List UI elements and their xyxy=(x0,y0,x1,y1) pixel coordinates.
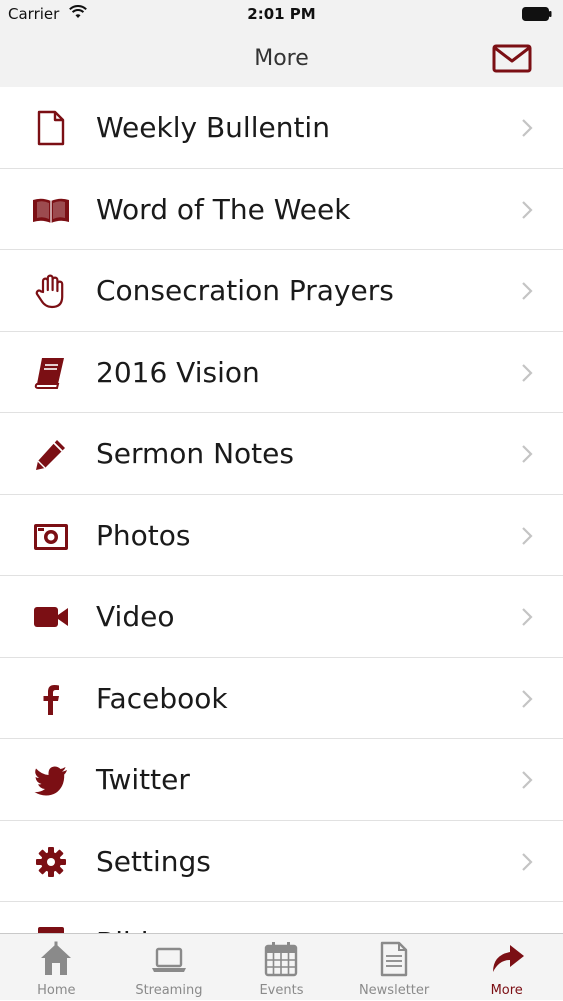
menu-item-label: Word of The Week xyxy=(96,192,351,226)
calendar-icon xyxy=(265,942,298,977)
tab-label: Events xyxy=(259,983,304,998)
tab-newsletter[interactable]: Newsletter xyxy=(338,934,451,1001)
tab-home[interactable]: Home xyxy=(0,934,113,1001)
newsletter-icon xyxy=(380,941,408,977)
tab-label: Home xyxy=(37,983,76,998)
video-camera-icon xyxy=(34,607,68,627)
bible-icon xyxy=(38,927,64,933)
battery-icon xyxy=(522,7,552,21)
tab-more[interactable]: More xyxy=(450,934,563,1001)
chevron-right-icon xyxy=(522,200,533,219)
menu-item-label: Twitter xyxy=(96,763,190,796)
pencil-icon xyxy=(36,440,65,470)
menu-item-label: 2016 Vision xyxy=(96,355,260,389)
menu-item-label: Settings xyxy=(96,844,211,878)
twitter-icon xyxy=(34,766,67,796)
envelope-icon[interactable] xyxy=(491,42,533,76)
chevron-right-icon xyxy=(522,445,533,463)
book-icon xyxy=(34,357,64,389)
tab-label: Newsletter xyxy=(358,983,430,998)
menu-item-video[interactable]: Video xyxy=(0,576,563,658)
menu-item-twitter[interactable]: Twitter xyxy=(0,739,563,821)
home-icon xyxy=(41,941,72,975)
camera-icon xyxy=(34,523,68,550)
menu-item-label: Video xyxy=(96,600,175,633)
open-book-icon xyxy=(33,198,69,223)
tab-bar: Home Streaming Events Newsletter More xyxy=(0,933,563,1000)
hand-icon xyxy=(35,274,64,309)
tab-streaming[interactable]: Streaming xyxy=(113,934,226,1001)
share-arrow-icon xyxy=(492,945,524,972)
chevron-right-icon xyxy=(522,852,533,871)
menu-item-2016-vision[interactable]: 2016 Vision xyxy=(0,331,563,413)
menu-item-label: Sermon Notes xyxy=(96,437,294,470)
menu-item-label: Bible xyxy=(96,902,166,933)
page-title: More xyxy=(254,46,309,71)
menu-item-label: Facebook xyxy=(96,681,228,715)
chevron-right-icon xyxy=(522,526,533,545)
chevron-right-icon xyxy=(522,363,533,382)
gear-icon xyxy=(36,846,66,877)
chevron-right-icon xyxy=(522,771,533,789)
menu-item-label: Weekly Bullentin xyxy=(96,111,330,144)
menu-item-bible[interactable]: Bible xyxy=(0,902,563,933)
menu-item-label: Photos xyxy=(96,518,191,552)
document-icon xyxy=(37,110,65,146)
menu-item-weekly-bulletin[interactable]: Weekly Bullentin xyxy=(0,87,563,169)
chevron-right-icon xyxy=(522,119,533,137)
status-time: 2:01 PM xyxy=(247,5,316,23)
chevron-right-icon xyxy=(522,689,533,708)
tab-label: Streaming xyxy=(135,983,203,998)
laptop-icon xyxy=(151,947,186,972)
menu-item-label: Consecration Prayers xyxy=(96,274,394,307)
status-bar: Carrier 2:01 PM xyxy=(0,0,563,30)
menu-item-consecration-prayers[interactable]: Consecration Prayers xyxy=(0,250,563,332)
chevron-right-icon xyxy=(522,608,533,626)
chevron-right-icon xyxy=(522,282,533,300)
menu-item-sermon-notes[interactable]: Sermon Notes xyxy=(0,413,563,495)
menu-item-facebook[interactable]: Facebook xyxy=(0,657,563,739)
more-menu-list: Weekly Bullentin Word of The Week Consec… xyxy=(0,87,563,933)
navigation-bar: More xyxy=(0,30,563,87)
menu-item-word-of-the-week[interactable]: Word of The Week xyxy=(0,168,563,250)
menu-item-photos[interactable]: Photos xyxy=(0,494,563,576)
facebook-icon xyxy=(43,684,59,715)
tab-events[interactable]: Events xyxy=(225,934,338,1001)
menu-item-settings[interactable]: Settings xyxy=(0,820,563,902)
tab-label: More xyxy=(490,983,523,998)
